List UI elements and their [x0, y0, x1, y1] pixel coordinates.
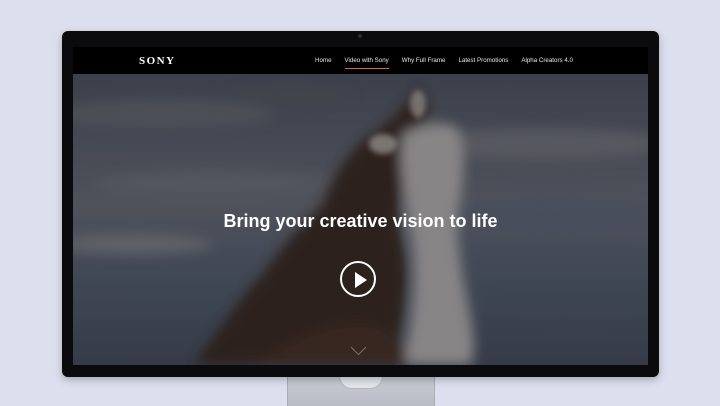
top-navbar: SONY Home Video with Sony Why Full Frame…	[73, 47, 648, 74]
nav-item-why-full-frame[interactable]: Why Full Frame	[402, 47, 446, 74]
nav-item-home[interactable]: Home	[315, 47, 332, 74]
hero-headline: Bring your creative vision to life	[223, 211, 498, 231]
sony-logo[interactable]: SONY	[139, 55, 176, 67]
monitor-frame: SONY Home Video with Sony Why Full Frame…	[62, 31, 659, 377]
webcam-dot	[358, 34, 362, 38]
hero-section: Bring your creative vision to life	[73, 74, 648, 365]
nav-links: Home Video with Sony Why Full Frame Late…	[315, 47, 586, 74]
browser-screen: SONY Home Video with Sony Why Full Frame…	[73, 47, 648, 365]
nav-item-video-with-sony[interactable]: Video with Sony	[344, 47, 390, 74]
monitor-stand-cutout	[339, 376, 383, 389]
play-icon	[355, 272, 367, 288]
nav-item-latest-promotions[interactable]: Latest Promotions	[458, 47, 508, 74]
nav-item-alpha-creators[interactable]: Alpha Creators 4.0	[521, 47, 573, 74]
play-video-button[interactable]	[340, 261, 376, 297]
